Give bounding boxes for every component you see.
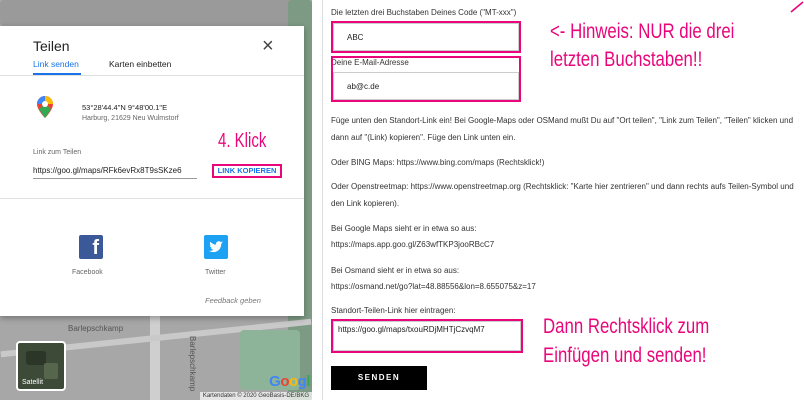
close-icon[interactable]: × <box>262 36 274 56</box>
link-note-line2: Einfügen und senden! <box>543 344 707 367</box>
code-note-line2: letzten Buchstaben!! <box>550 48 703 71</box>
google-logo: Googl <box>269 373 310 390</box>
osmand-example-url: https://osmand.net/go?lat=48.88556&lon=8… <box>331 282 536 291</box>
link-note-line1: Dann Rechtsklick zum <box>543 315 710 338</box>
map-panel[interactable]: Barlepschkamp Barlepschkamp Satellit Goo… <box>0 0 312 400</box>
logo-letter: o <box>280 373 289 390</box>
logo-letter: l <box>306 373 310 390</box>
annotation-arrow-icon <box>790 1 804 13</box>
email-highlight-box <box>331 56 521 102</box>
tab-link-senden[interactable]: Link senden <box>33 59 79 69</box>
map-attribution: Kartendaten © 2020 GeoBasis-DE/BKG <box>199 392 312 400</box>
twitter-bird-icon <box>209 241 223 253</box>
map-street-label-vertical: Barlepschkamp <box>188 336 197 392</box>
map-pin-icon <box>37 96 53 118</box>
satellite-toggle[interactable]: Satellit <box>16 341 66 391</box>
share-dialog: Teilen × Link senden Karten einbetten 53… <box>0 26 304 316</box>
map-road <box>150 316 160 400</box>
dialog-title: Teilen <box>33 38 70 54</box>
google-example-label: Bei Google Maps sieht er in etwa so aus: <box>331 224 477 233</box>
map-top-area <box>0 0 312 26</box>
instructions-paragraph: Füge unten den Standort-Link ein! Bei Go… <box>331 116 794 142</box>
link-label: Link zum Teilen <box>33 149 82 156</box>
facebook-icon[interactable]: f <box>79 235 103 259</box>
share-link-input[interactable] <box>33 163 197 179</box>
link-highlight-box <box>331 319 523 353</box>
osm-paragraph: Oder Openstreetmap: https://www.openstre… <box>331 182 794 208</box>
twitter-icon[interactable] <box>204 235 228 259</box>
copy-link-button[interactable]: LINK KOPIEREN <box>212 164 282 178</box>
annotation-4-klick: 4. Klick <box>218 130 267 152</box>
satellite-label: Satellit <box>22 379 44 386</box>
code-highlight-box <box>331 21 521 53</box>
divider <box>0 198 304 199</box>
form-panel: Die letzten drei Buchstaben Deines Code … <box>322 0 804 400</box>
facebook-label: Facebook <box>72 269 103 276</box>
logo-letter: o <box>288 373 298 390</box>
location-address: Harburg, 21629 Neu Wulmstorf <box>82 115 179 122</box>
location-coordinates: 53°28'44.4"N 9°48'00.1"E <box>82 103 168 112</box>
osmand-example-label: Bei Osmand sieht er in etwa so aus: <box>331 266 460 275</box>
map-street-label: Barlepschkamp <box>68 324 124 333</box>
feedback-link[interactable]: Feedback geben <box>205 296 261 305</box>
code-note-line1: <- Hinweis: NUR die drei <box>550 20 735 43</box>
bing-paragraph: Oder BING Maps: https://www.bing.com/map… <box>331 158 545 167</box>
logo-letter: G <box>269 373 281 390</box>
twitter-label: Twitter <box>205 269 226 276</box>
submit-button[interactable]: SENDEN <box>331 366 427 390</box>
divider <box>0 75 304 76</box>
code-label: Die letzten drei Buchstaben Deines Code … <box>331 8 517 17</box>
google-example-url: https://maps.app.goo.gl/Z63wfTKP3jooRBcC… <box>331 240 495 249</box>
tab-karten-einbetten[interactable]: Karten einbetten <box>109 59 171 69</box>
